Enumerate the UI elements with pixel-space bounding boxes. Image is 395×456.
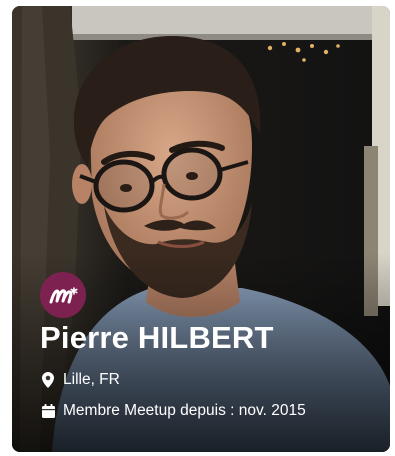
location-pin-icon xyxy=(41,372,55,388)
profile-name: Pierre HILBERT xyxy=(40,320,274,355)
location-row: Lille, FR xyxy=(41,371,120,389)
calendar-icon xyxy=(41,403,55,419)
member-since-row: Membre Meetup depuis : nov. 2015 xyxy=(41,402,306,420)
location-text: Lille, FR xyxy=(63,371,120,388)
profile-card: Pierre HILBERT Lille, FR Membre Meetup d… xyxy=(12,6,390,452)
member-since-text: Membre Meetup depuis : nov. 2015 xyxy=(63,402,306,419)
meetup-badge xyxy=(40,272,86,318)
meetup-logo-icon xyxy=(49,287,78,304)
